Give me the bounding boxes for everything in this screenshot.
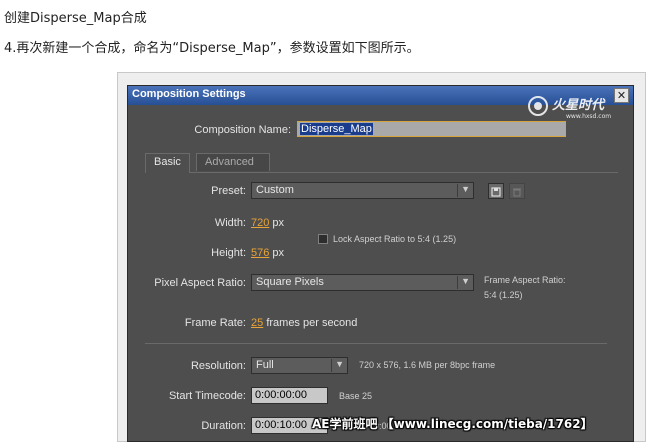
height-label: Height:	[211, 247, 246, 259]
resolution-value: Full	[256, 359, 274, 371]
width-unit: px	[272, 217, 285, 229]
frame-rate-label: Frame Rate:	[184, 317, 246, 329]
preset-label: Preset:	[211, 185, 246, 197]
delete-preset-button[interactable]	[509, 183, 525, 199]
frame-aspect-value: 5:4 (1.25)	[484, 290, 523, 300]
bottom-watermark: AE学前班吧 【www.linecg.com/tieba/1762】	[312, 417, 593, 431]
composition-settings-dialog: Composition Settings ✕ 火星时代 www.hxsd.com…	[127, 85, 634, 442]
start-timecode-label: Start Timecode:	[168, 390, 246, 402]
save-preset-icon	[491, 187, 501, 197]
tab-advanced[interactable]: Advanced	[196, 153, 270, 171]
pixel-aspect-value: Square Pixels	[256, 276, 324, 288]
resolution-dropdown[interactable]: Full ▼	[251, 357, 348, 374]
start-timecode-info: Base 25	[339, 391, 373, 401]
chevron-down-icon: ▼	[461, 184, 470, 194]
frame-rate-field: 25 frames per second	[251, 317, 357, 329]
chevron-down-icon: ▼	[335, 359, 344, 369]
width-field: 720 px	[251, 217, 284, 229]
composition-name-label: Composition Name:	[194, 124, 291, 136]
dialog-title: Composition Settings	[132, 88, 246, 100]
pixel-aspect-label: Pixel Aspect Ratio:	[154, 277, 246, 289]
composition-name-value: Disperse_Map	[300, 123, 373, 135]
resolution-info: 720 x 576, 1.6 MB per 8bpc frame	[359, 360, 496, 370]
settings-tab-bar: Basic Advanced	[145, 153, 618, 173]
height-field: 576 px	[251, 247, 284, 259]
preset-value: Custom	[256, 184, 294, 196]
section-divider	[145, 343, 607, 344]
resolution-label: Resolution:	[190, 360, 246, 372]
article-title: 创建Disperse_Map合成	[4, 11, 147, 26]
frame-aspect-label: Frame Aspect Ratio:	[484, 275, 566, 285]
duration-label: Duration:	[201, 420, 246, 432]
height-value[interactable]: 576	[251, 247, 269, 259]
lock-aspect-checkbox[interactable]	[318, 234, 328, 244]
hxsd-watermark-logo: 火星时代 www.hxsd.com	[528, 96, 611, 120]
frame-rate-value[interactable]: 25	[251, 317, 263, 329]
preset-dropdown[interactable]: Custom ▼	[251, 182, 474, 199]
width-label: Width:	[214, 217, 246, 229]
composition-name-input[interactable]: Disperse_Map	[297, 121, 566, 137]
article-step-text: 4.再次新建一个合成，命名为“Disperse_Map”，参数设置如下图所示。	[4, 41, 420, 56]
start-timecode-field[interactable]: 0:00:00:00	[251, 387, 328, 404]
frame-rate-unit: frames per second	[266, 317, 358, 329]
chevron-down-icon: ▼	[461, 276, 470, 286]
watermark-logo-text: 火星时代	[552, 97, 606, 113]
pixel-aspect-dropdown[interactable]: Square Pixels ▼	[251, 274, 474, 291]
lock-aspect-label: Lock Aspect Ratio to 5:4 (1.25)	[333, 234, 457, 244]
height-unit: px	[272, 247, 285, 259]
trash-icon	[513, 188, 521, 197]
width-value[interactable]: 720	[251, 217, 269, 229]
tab-basic[interactable]: Basic	[145, 153, 190, 173]
watermark-logo-url: www.hxsd.com	[566, 113, 611, 120]
save-preset-button[interactable]	[488, 183, 504, 199]
